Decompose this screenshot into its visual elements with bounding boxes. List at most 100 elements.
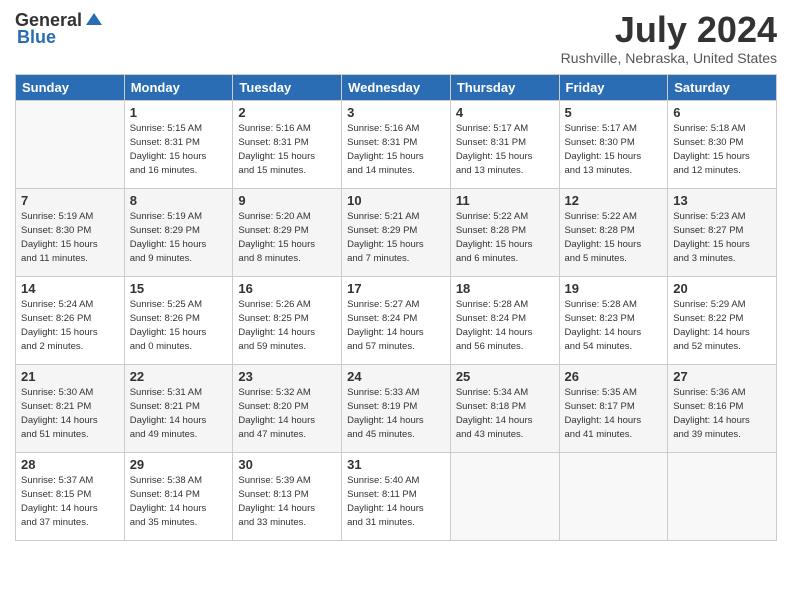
day-info: Sunrise: 5:23 AMSunset: 8:27 PMDaylight:…: [673, 210, 771, 267]
calendar-table: Sunday Monday Tuesday Wednesday Thursday…: [15, 74, 777, 541]
day-number: 14: [21, 281, 119, 296]
sunset-text: Sunset: 8:31 PM: [130, 136, 228, 150]
daylight-text-2: and 54 minutes.: [565, 340, 663, 354]
col-sunday: Sunday: [16, 74, 125, 100]
day-number: 25: [456, 369, 554, 384]
sunrise-text: Sunrise: 5:21 AM: [347, 210, 445, 224]
sunset-text: Sunset: 8:11 PM: [347, 488, 445, 502]
day-number: 9: [238, 193, 336, 208]
table-cell: 15Sunrise: 5:25 AMSunset: 8:26 PMDayligh…: [124, 276, 233, 364]
daylight-text-2: and 13 minutes.: [565, 164, 663, 178]
sunrise-text: Sunrise: 5:34 AM: [456, 386, 554, 400]
day-info: Sunrise: 5:18 AMSunset: 8:30 PMDaylight:…: [673, 122, 771, 179]
sunrise-text: Sunrise: 5:24 AM: [21, 298, 119, 312]
sunset-text: Sunset: 8:19 PM: [347, 400, 445, 414]
daylight-text-2: and 15 minutes.: [238, 164, 336, 178]
sunrise-text: Sunrise: 5:39 AM: [238, 474, 336, 488]
sunset-text: Sunset: 8:16 PM: [673, 400, 771, 414]
day-info: Sunrise: 5:22 AMSunset: 8:28 PMDaylight:…: [456, 210, 554, 267]
sunset-text: Sunset: 8:17 PM: [565, 400, 663, 414]
day-number: 22: [130, 369, 228, 384]
table-cell: 14 Sunrise: 5:24 AMSunset: 8:26 PMDayligh…: [16, 276, 125, 364]
sunrise-text: Sunrise: 5:40 AM: [347, 474, 445, 488]
sunset-text: Sunset: 8:31 PM: [347, 136, 445, 150]
day-info: Sunrise: 5:32 AMSunset: 8:20 PMDaylight:…: [238, 386, 336, 443]
daylight-text-1: Daylight: 14 hours: [238, 414, 336, 428]
sunrise-text: Sunrise: 5:17 AM: [456, 122, 554, 136]
daylight-text-2: and 14 minutes.: [347, 164, 445, 178]
table-cell: 26Sunrise: 5:35 AMSunset: 8:17 PMDayligh…: [559, 364, 668, 452]
day-number: 11: [456, 193, 554, 208]
table-cell: 6Sunrise: 5:18 AMSunset: 8:30 PMDaylight…: [668, 100, 777, 188]
daylight-text-2: and 41 minutes.: [565, 428, 663, 442]
table-cell: 8Sunrise: 5:19 AMSunset: 8:29 PMDaylight…: [124, 188, 233, 276]
sunset-text: Sunset: 8:24 PM: [456, 312, 554, 326]
day-info: Sunrise: 5:19 AMSunset: 8:29 PMDaylight:…: [130, 210, 228, 267]
daylight-text-1: Daylight: 14 hours: [238, 326, 336, 340]
day-info: Sunrise: 5:34 AMSunset: 8:18 PMDaylight:…: [456, 386, 554, 443]
daylight-text-2: and 39 minutes.: [673, 428, 771, 442]
page-container: General Blue July 2024 Rushville, Nebras…: [0, 0, 792, 612]
day-info: Sunrise: 5:24 AMSunset: 8:26 PMDaylight:…: [21, 298, 119, 355]
sunset-text: Sunset: 8:24 PM: [347, 312, 445, 326]
day-info: Sunrise: 5:29 AMSunset: 8:22 PMDaylight:…: [673, 298, 771, 355]
daylight-text-2: and 43 minutes.: [456, 428, 554, 442]
daylight-text-1: Daylight: 14 hours: [21, 414, 119, 428]
daylight-text-2: and 31 minutes.: [347, 516, 445, 530]
daylight-text-1: Daylight: 15 hours: [673, 238, 771, 252]
day-number: 7: [21, 193, 119, 208]
table-cell: [559, 452, 668, 540]
daylight-text-1: Daylight: 14 hours: [565, 414, 663, 428]
table-cell: 10Sunrise: 5:21 AMSunset: 8:29 PMDayligh…: [342, 188, 451, 276]
sunrise-text: Sunrise: 5:23 AM: [673, 210, 771, 224]
calendar-header-row: Sunday Monday Tuesday Wednesday Thursday…: [16, 74, 777, 100]
day-info: Sunrise: 5:17 AMSunset: 8:31 PMDaylight:…: [456, 122, 554, 179]
sunrise-text: Sunrise: 5:33 AM: [347, 386, 445, 400]
daylight-text-1: Daylight: 14 hours: [565, 326, 663, 340]
day-info: Sunrise: 5:19 AMSunset: 8:30 PMDaylight:…: [21, 210, 119, 267]
week-row-3: 14Sunrise: 5:24 AMSunset: 8:26 PMDayligh…: [16, 276, 777, 364]
table-cell: 31Sunrise: 5:40 AMSunset: 8:11 PMDayligh…: [342, 452, 451, 540]
title-block: July 2024 Rushville, Nebraska, United St…: [561, 10, 777, 66]
day-number: 3: [347, 105, 445, 120]
sunrise-text: Sunrise: 5:26 AM: [238, 298, 336, 312]
daylight-text-1: Daylight: 14 hours: [347, 414, 445, 428]
table-cell: 18 Sunrise: 5:28 AMSunset: 8:24 PMDayligh…: [450, 276, 559, 364]
col-monday: Monday: [124, 74, 233, 100]
daylight-text-1: Daylight: 15 hours: [130, 150, 228, 164]
sunset-text: Sunset: 8:31 PM: [456, 136, 554, 150]
day-info: Sunrise: 5:37 AMSunset: 8:15 PMDaylight:…: [21, 474, 119, 531]
table-cell: 25 Sunrise: 5:34 AMSunset: 8:18 PMDayligh…: [450, 364, 559, 452]
table-cell: 21Sunrise: 5:30 AMSunset: 8:21 PMDayligh…: [16, 364, 125, 452]
day-number: 18: [456, 281, 554, 296]
day-number: 23: [238, 369, 336, 384]
sunset-text: Sunset: 8:25 PM: [238, 312, 336, 326]
day-number: 12: [565, 193, 663, 208]
day-info: Sunrise: 5:40 AMSunset: 8:11 PMDaylight:…: [347, 474, 445, 531]
table-cell: 17Sunrise: 5:27 AMSunset: 8:24 PMDayligh…: [342, 276, 451, 364]
day-info: Sunrise: 5:28 AMSunset: 8:24 PMDaylight:…: [456, 298, 554, 355]
daylight-text-1: Daylight: 14 hours: [238, 502, 336, 516]
sunrise-text: Sunrise: 5:15 AM: [130, 122, 228, 136]
day-number: 16: [238, 281, 336, 296]
sunrise-text: Sunrise: 5:32 AM: [238, 386, 336, 400]
sunset-text: Sunset: 8:14 PM: [130, 488, 228, 502]
sunset-text: Sunset: 8:29 PM: [238, 224, 336, 238]
sunrise-text: Sunrise: 5:30 AM: [21, 386, 119, 400]
daylight-text-2: and 35 minutes.: [130, 516, 228, 530]
daylight-text-1: Daylight: 14 hours: [21, 502, 119, 516]
daylight-text-2: and 8 minutes.: [238, 252, 336, 266]
daylight-text-2: and 51 minutes.: [21, 428, 119, 442]
day-number: 15: [130, 281, 228, 296]
daylight-text-2: and 5 minutes.: [565, 252, 663, 266]
sunset-text: Sunset: 8:21 PM: [130, 400, 228, 414]
daylight-text-2: and 12 minutes.: [673, 164, 771, 178]
day-number: 1: [130, 105, 228, 120]
daylight-text-2: and 2 minutes.: [21, 340, 119, 354]
header: General Blue July 2024 Rushville, Nebras…: [15, 10, 777, 66]
sunrise-text: Sunrise: 5:27 AM: [347, 298, 445, 312]
col-thursday: Thursday: [450, 74, 559, 100]
sunset-text: Sunset: 8:26 PM: [130, 312, 228, 326]
table-cell: 22Sunrise: 5:31 AMSunset: 8:21 PMDayligh…: [124, 364, 233, 452]
table-cell: 2Sunrise: 5:16 AMSunset: 8:31 PMDaylight…: [233, 100, 342, 188]
